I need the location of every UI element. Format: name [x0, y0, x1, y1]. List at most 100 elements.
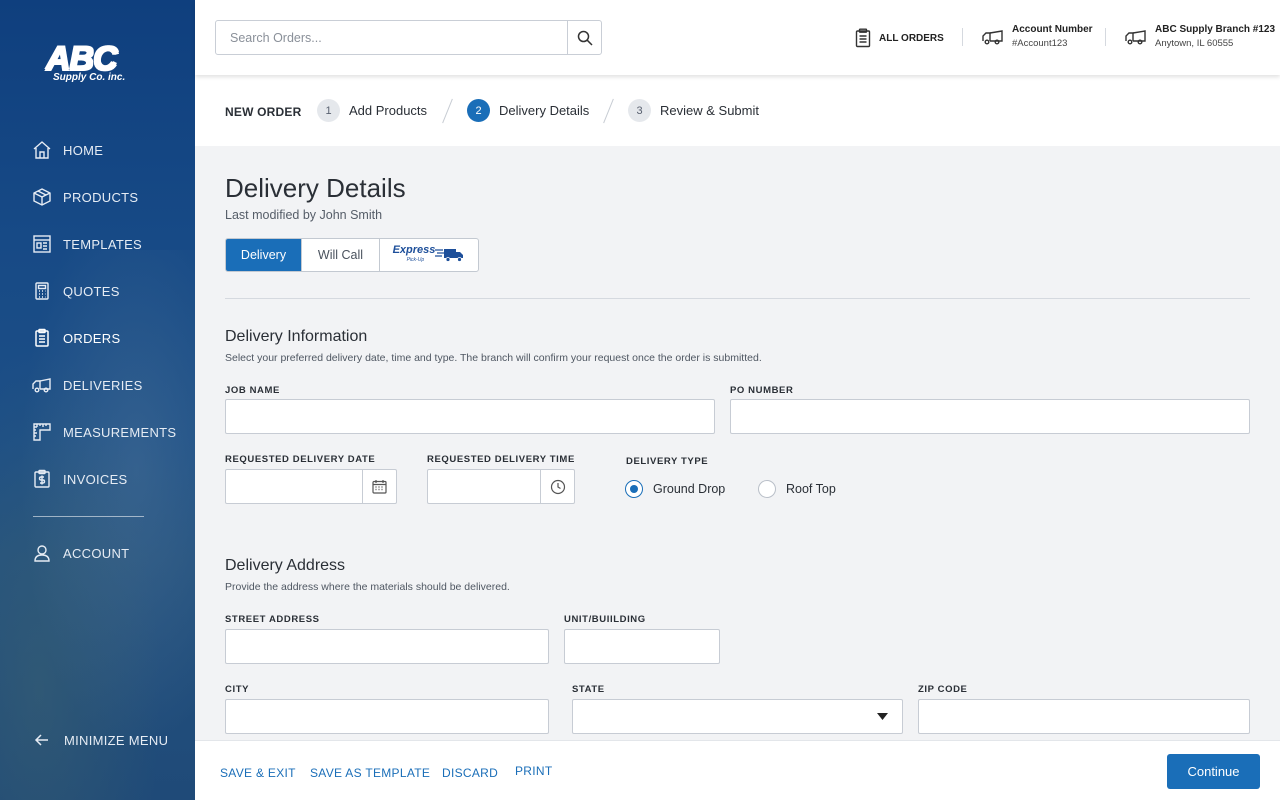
sidebar-item-products[interactable]: PRODUCTS — [32, 185, 138, 209]
sidebar-item-orders[interactable]: ORDERS — [32, 326, 120, 350]
section-divider — [225, 298, 1250, 299]
delivery-type-label: DELIVERY TYPE — [626, 456, 709, 467]
clock-button[interactable] — [540, 470, 574, 503]
radio-label: Roof Top — [786, 482, 836, 496]
state-select[interactable] — [572, 699, 903, 734]
unit-label: UNIT/BUIILDING — [564, 614, 646, 625]
delivery-info-title: Delivery Information — [225, 328, 368, 345]
delivery-date-label: REQUESTED DELIVERY DATE — [225, 454, 376, 465]
city-field[interactable] — [225, 699, 549, 734]
invoice-icon — [34, 469, 50, 488]
branch-location: Anytown, IL 60555 — [1155, 38, 1234, 49]
step-review-submit[interactable]: 3 Review & Submit — [628, 99, 759, 122]
delivery-time-field[interactable] — [427, 469, 575, 504]
sidebar-item-label: DELIVERIES — [63, 377, 143, 393]
step-separator — [442, 98, 453, 124]
zip-code-field[interactable] — [918, 699, 1250, 734]
method-will-call-button[interactable]: Will Call — [302, 239, 380, 271]
method-express-pickup-button[interactable]: Express Pick-Up — [380, 239, 478, 271]
sidebar: ABC Supply Co. inc. HOME PRODUCTS TEMPLA… — [0, 0, 195, 800]
sidebar-item-quotes[interactable]: QUOTES — [32, 279, 120, 303]
clipboard-icon — [855, 28, 871, 48]
last-modified: Last modified by John Smith — [225, 208, 383, 222]
search-button[interactable] — [567, 21, 601, 54]
job-name-label: JOB NAME — [225, 385, 280, 396]
print-link[interactable]: PRINT — [515, 764, 553, 778]
zip-label: ZIP CODE — [918, 684, 968, 695]
main-content: Delivery Details Last modified by John S… — [195, 146, 1280, 740]
user-icon — [34, 545, 50, 562]
step-label: Add Products — [349, 103, 428, 118]
step-number: 2 — [467, 99, 490, 122]
delivery-address-title: Delivery Address — [225, 557, 346, 574]
delivery-time-label: REQUESTED DELIVERY TIME — [427, 454, 575, 465]
continue-button[interactable]: Continue — [1167, 754, 1260, 789]
sidebar-item-label: PRODUCTS — [63, 189, 139, 205]
all-orders-label: ALL ORDERS — [879, 32, 944, 44]
sidebar-item-invoices[interactable]: INVOICES — [32, 467, 128, 491]
express-pickup-logo: Express Pick-Up — [393, 245, 436, 265]
header-divider — [1105, 28, 1106, 46]
po-number-field[interactable] — [730, 399, 1250, 434]
job-name-field[interactable] — [225, 399, 715, 434]
sidebar-divider — [33, 516, 144, 517]
sidebar-item-home[interactable]: HOME — [32, 138, 103, 162]
sidebar-item-label: HOME — [63, 142, 104, 158]
minimize-menu-button[interactable]: MINIMIZE MENU — [34, 732, 168, 748]
delivery-method-toggle: Delivery Will Call Express Pick-Up — [225, 238, 479, 272]
unit-building-field[interactable] — [564, 629, 720, 664]
search-input[interactable] — [216, 21, 566, 54]
top-header: ALL ORDERS Account Number #Account123 AB… — [195, 0, 1280, 75]
footer-actions: SAVE & EXIT SAVE AS TEMPLATE DISCARD PRI… — [195, 740, 1280, 800]
city-label: CITY — [225, 684, 250, 695]
save-exit-link[interactable]: SAVE & EXIT — [220, 766, 296, 780]
street-label: STREET ADDRESS — [225, 614, 320, 625]
radio-circle[interactable] — [758, 480, 776, 498]
brand-logo[interactable]: ABC Supply Co. inc. — [46, 42, 150, 92]
logo-subtitle: Supply Co. inc. — [53, 72, 126, 83]
delivery-date-field[interactable] — [225, 469, 397, 504]
sidebar-item-deliveries[interactable]: DELIVERIES — [32, 373, 143, 397]
street-address-field[interactable] — [225, 629, 549, 664]
express-sub: Pick-Up — [406, 257, 425, 263]
step-number: 1 — [317, 99, 340, 122]
stepper-title: NEW ORDER — [225, 105, 302, 119]
account-selector[interactable]: Account Number #Account123 — [982, 24, 1093, 49]
home-icon — [33, 141, 51, 159]
clipboard-icon — [35, 328, 49, 347]
measure-icon — [33, 423, 51, 441]
step-label: Delivery Details — [499, 103, 590, 118]
caret-down-icon — [877, 713, 888, 720]
calculator-icon — [35, 282, 49, 300]
radio-ground-drop[interactable]: Ground Drop — [625, 480, 725, 498]
save-template-link[interactable]: SAVE AS TEMPLATE — [310, 766, 430, 780]
sidebar-item-account[interactable]: ACCOUNT — [32, 541, 129, 565]
sidebar-item-measurements[interactable]: MEASUREMENTS — [32, 420, 176, 444]
header-divider — [962, 28, 963, 46]
method-delivery-button[interactable]: Delivery — [226, 239, 302, 271]
step-delivery-details[interactable]: 2 Delivery Details — [467, 99, 589, 122]
radio-roof-top[interactable]: Roof Top — [758, 480, 836, 498]
sidebar-item-label: ACCOUNT — [63, 545, 130, 561]
all-orders-link[interactable]: ALL ORDERS — [855, 28, 944, 48]
po-number-label: PO NUMBER — [730, 385, 794, 396]
logo-mark: ABC — [46, 42, 150, 76]
minimize-menu-label: MINIMIZE MENU — [64, 732, 169, 748]
branch-selector[interactable]: ABC Supply Branch #123 Anytown, IL 60555 — [1125, 24, 1275, 49]
truck-icon — [982, 29, 1003, 44]
account-title: Account Number — [1012, 24, 1093, 35]
search-icon — [577, 30, 593, 46]
calendar-button[interactable] — [362, 470, 396, 503]
radio-circle[interactable] — [625, 480, 643, 498]
box-icon — [33, 188, 51, 206]
sidebar-item-templates[interactable]: TEMPLATES — [32, 232, 142, 256]
step-add-products[interactable]: 1 Add Products — [317, 99, 427, 122]
account-number: #Account123 — [1012, 38, 1068, 49]
sidebar-item-label: TEMPLATES — [63, 236, 143, 252]
search-box — [215, 20, 602, 55]
step-number: 3 — [628, 99, 651, 122]
step-separator — [603, 98, 614, 124]
sidebar-item-label: ORDERS — [63, 330, 121, 346]
discard-link[interactable]: DISCARD — [442, 766, 498, 780]
step-label: Review & Submit — [660, 103, 759, 118]
